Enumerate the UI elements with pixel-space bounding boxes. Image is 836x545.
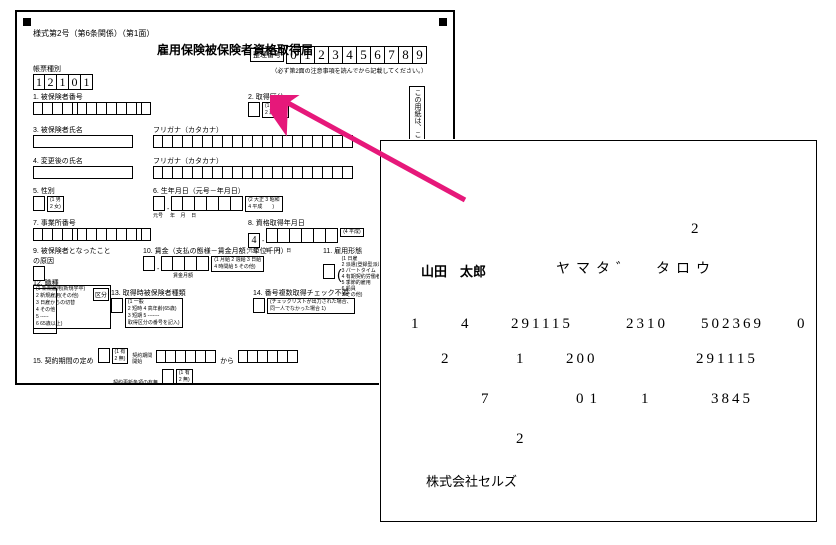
- sublabel: 日: [191, 213, 196, 219]
- legend: (1 男 2 女): [47, 196, 64, 212]
- legend: (2 大正 3 昭和 4 平成 ): [245, 196, 282, 212]
- label: 6. 生年月日（元号－年月日）: [153, 186, 283, 196]
- section-4: 4. 変更後の氏名: [33, 156, 133, 181]
- legend: (チェックリストが出力された場合、 同一人でなかった場合 1): [267, 298, 355, 314]
- value-r1e: 502369: [701, 316, 764, 333]
- corner-mark: [23, 18, 31, 26]
- section-13-box: 区分: [93, 288, 109, 301]
- sublabel: 契約更新条項の有無: [113, 380, 158, 386]
- label: 7. 事業所番号: [33, 218, 151, 228]
- value-r1f: 0: [797, 316, 809, 333]
- serial-number-label: 整理番号: [250, 48, 284, 62]
- sublabel: 年: [170, 213, 175, 219]
- section-3-furigana: フリガナ（カタカナ）: [153, 125, 353, 150]
- corner-mark: [439, 18, 447, 26]
- sublabel: 月: [181, 213, 186, 219]
- section-6: 6. 生年月日（元号－年月日） - (2 大正 3 昭和 4 平成 ) 元号 年…: [153, 186, 283, 219]
- form-header: 様式第2号（第6条関係）（第1面）: [33, 28, 437, 39]
- section-14: 14. 番号複数取得チェック不要 (チェックリストが出力された場合、 同一人でな…: [253, 288, 355, 315]
- section-1: 1. 被保険者番号: [33, 92, 151, 117]
- value-r1c: 291115: [511, 316, 573, 333]
- boxes: [248, 112, 260, 119]
- value-r2b: 1: [516, 351, 528, 368]
- section-chohyo: 帳票種別 12101: [33, 64, 93, 90]
- label: 3. 被保険者氏名: [33, 125, 133, 135]
- digit: 4: [343, 46, 357, 64]
- section-10: 10. 賃金（支払の態様－賃金月額：単位千円） - (1 月給 2 週給 3 日…: [143, 246, 288, 279]
- value-top: 2: [691, 221, 703, 238]
- value-r1a: 1: [411, 316, 423, 333]
- value-kana: ヤマタ゛ タロウ: [556, 258, 716, 278]
- section-2: 2. 取得区分 (1 新規 2 再取得): [248, 92, 289, 119]
- sublabel: 賃金月額: [173, 273, 288, 279]
- label: 8. 資格取得年月日: [248, 218, 364, 228]
- box: 2: [45, 74, 57, 90]
- digit: 6: [371, 46, 385, 64]
- value-r1d: 2310: [626, 316, 668, 333]
- box: 1: [57, 74, 69, 90]
- boxes: 12101: [33, 74, 93, 90]
- section-15: 15. 契約期間の定め (1 有 2 無) 契約期間 開始 から 契約更新条項の…: [33, 348, 298, 386]
- label: 4. 変更後の氏名: [33, 156, 133, 166]
- section-7: 7. 事業所番号: [33, 218, 151, 243]
- legend: (1 有 2 無): [112, 348, 129, 364]
- legend: (1 月給 2 週給 3 日給 4 時間給 5 その他): [211, 256, 264, 272]
- legend: (1 新規 2 再取得): [262, 102, 289, 118]
- label: 14. 番号複数取得チェック不要: [253, 288, 355, 298]
- digit: 8: [399, 46, 413, 64]
- digit: 2: [315, 46, 329, 64]
- label: 5. 性別: [33, 186, 64, 196]
- section-5: 5. 性別 (1 男 2 女): [33, 186, 64, 213]
- digit: 5: [357, 46, 371, 64]
- value-name: 山田 太郎: [421, 261, 486, 280]
- sublabel: 契約期間 開始: [132, 353, 152, 365]
- label: 13. 取得時被保険者種類: [111, 288, 186, 298]
- label: 帳票種別: [33, 64, 93, 74]
- section-12: 12. 職種: [33, 278, 59, 334]
- label: 2. 取得区分: [248, 92, 289, 102]
- sublabel: 元号: [153, 213, 163, 219]
- label: 15. 契約期間の定め: [33, 358, 94, 365]
- legend: (1 一般 2 短時 4 高年齢(65歳) 3 短期 5 ------- 取得区…: [125, 298, 183, 328]
- label: 12. 職種: [33, 278, 59, 288]
- value-r3a: 7: [481, 391, 493, 408]
- value-r2c: 200: [566, 351, 598, 368]
- label: フリガナ（カタカナ）: [153, 156, 353, 166]
- section-3: 3. 被保険者氏名: [33, 125, 133, 150]
- label: 10. 賃金（支払の態様－賃金月額：単位千円）: [143, 246, 288, 256]
- output-sheet: 2 山田 太郎 ヤマタ゛ タロウ 1 4 291115 2310 502369 …: [380, 140, 817, 522]
- boxes: [33, 102, 151, 117]
- label: フリガナ（カタカナ）: [153, 125, 353, 135]
- digit: 3: [329, 46, 343, 64]
- value-r3c: 1: [641, 391, 653, 408]
- section-4-furigana: フリガナ（カタカナ）: [153, 156, 353, 181]
- digit: 1: [301, 46, 315, 64]
- value-r4a: 2: [516, 431, 528, 448]
- label: 9. 被保険者となったこと の原因: [33, 246, 111, 266]
- box: 0: [69, 74, 81, 90]
- value-r3d: 3845: [711, 391, 753, 408]
- box: 1: [33, 74, 45, 90]
- serial-number-block: 整理番号 0123456789: [250, 46, 427, 64]
- section-13: 区分 13. 取得時被保険者種類 (1 一般 2 短時 4 高年齢(65歳) 3…: [93, 288, 186, 328]
- digit: 0: [286, 46, 301, 64]
- label: 11. 雇用形態: [323, 246, 389, 256]
- legend: (4 平成): [340, 228, 364, 237]
- value-r2a: 2: [441, 351, 453, 368]
- value-r2d: 291115: [696, 351, 758, 368]
- label: 1. 被保険者番号: [33, 92, 151, 102]
- sublabel: から: [220, 358, 234, 365]
- digit: 7: [385, 46, 399, 64]
- value-r3b: 01: [576, 391, 603, 408]
- value-r1b: 4: [461, 316, 473, 333]
- box: 1: [81, 74, 93, 90]
- digit: 9: [413, 46, 427, 64]
- serial-number-digits: 0123456789: [286, 46, 427, 64]
- value-company: 株式会社セルズ: [426, 471, 517, 490]
- form-note: （必ず第2面の注意事項を読んでから記載してください。）: [271, 66, 427, 75]
- legend: (1 有 2 無): [176, 369, 193, 385]
